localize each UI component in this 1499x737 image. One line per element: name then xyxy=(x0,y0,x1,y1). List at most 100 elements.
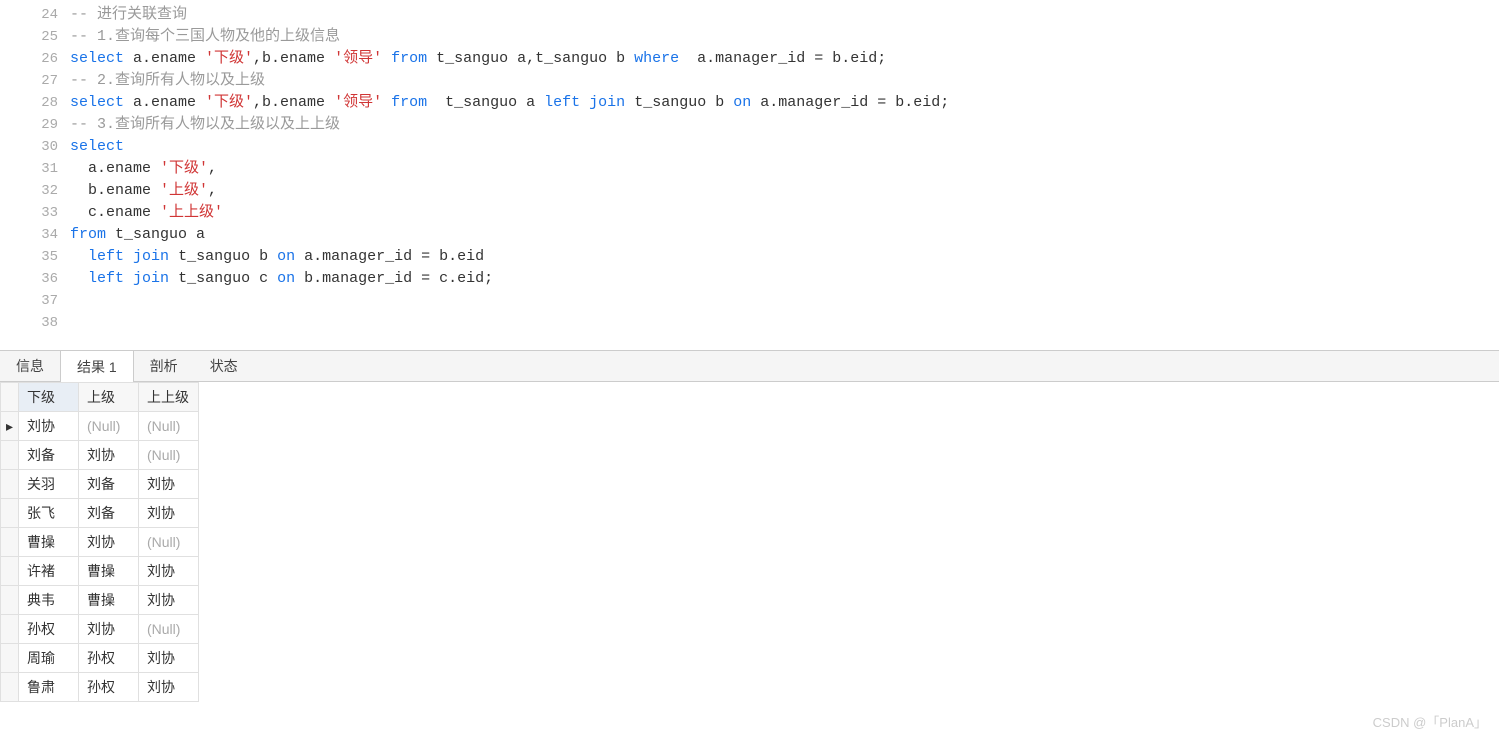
cell[interactable]: 孙权 xyxy=(79,673,139,702)
cell[interactable]: 刘协 xyxy=(139,499,199,528)
table-row[interactable]: 典韦曹操刘协 xyxy=(1,586,199,615)
row-indicator-header xyxy=(1,383,19,412)
cell[interactable]: 曹操 xyxy=(19,528,79,557)
code-line[interactable]: 37 xyxy=(0,290,1499,312)
code-line[interactable]: 26select a.ename '下级',b.ename '领导' from … xyxy=(0,48,1499,70)
line-number: 36 xyxy=(0,268,70,290)
cell[interactable]: 刘备 xyxy=(79,499,139,528)
cell[interactable]: 刘协 xyxy=(79,441,139,470)
cell[interactable]: 刘协 xyxy=(139,644,199,673)
code-content[interactable] xyxy=(70,290,1499,312)
cell[interactable]: 刘协 xyxy=(139,586,199,615)
code-line[interactable]: 29-- 3.查询所有人物以及上级以及上上级 xyxy=(0,114,1499,136)
row-indicator xyxy=(1,441,19,470)
table-row[interactable]: 周瑜孙权刘协 xyxy=(1,644,199,673)
code-content[interactable]: select a.ename '下级',b.ename '领导' from t_… xyxy=(70,48,1499,70)
results-grid[interactable]: 下级上级上上级▸刘协(Null)(Null)刘备刘协(Null)关羽刘备刘协张飞… xyxy=(0,382,1499,702)
row-indicator xyxy=(1,615,19,644)
row-indicator xyxy=(1,586,19,615)
line-number: 29 xyxy=(0,114,70,136)
cell[interactable]: (Null) xyxy=(139,412,199,441)
line-number: 37 xyxy=(0,290,70,312)
code-line[interactable]: 31 a.ename '下级', xyxy=(0,158,1499,180)
table-row[interactable]: 孙权刘协(Null) xyxy=(1,615,199,644)
line-number: 27 xyxy=(0,70,70,92)
table-row[interactable]: 鲁肃孙权刘协 xyxy=(1,673,199,702)
code-content[interactable]: from t_sanguo a xyxy=(70,224,1499,246)
cell[interactable]: 孙权 xyxy=(19,615,79,644)
cell[interactable]: 刘协 xyxy=(139,673,199,702)
row-indicator xyxy=(1,673,19,702)
cell[interactable]: 刘备 xyxy=(19,441,79,470)
line-number: 25 xyxy=(0,26,70,48)
code-line[interactable]: 33 c.ename '上上级' xyxy=(0,202,1499,224)
code-line[interactable]: 32 b.ename '上级', xyxy=(0,180,1499,202)
code-content[interactable]: -- 3.查询所有人物以及上级以及上上级 xyxy=(70,114,1499,136)
sql-editor[interactable]: 24-- 进行关联查询25-- 1.查询每个三国人物及他的上级信息26selec… xyxy=(0,0,1499,350)
code-content[interactable]: b.ename '上级', xyxy=(70,180,1499,202)
table-row[interactable]: 曹操刘协(Null) xyxy=(1,528,199,557)
cell[interactable]: 张飞 xyxy=(19,499,79,528)
column-header[interactable]: 下级 xyxy=(19,383,79,412)
row-indicator xyxy=(1,644,19,673)
cell[interactable]: (Null) xyxy=(79,412,139,441)
cell[interactable]: 孙权 xyxy=(79,644,139,673)
code-line[interactable]: 25-- 1.查询每个三国人物及他的上级信息 xyxy=(0,26,1499,48)
tab-info[interactable]: 信息 xyxy=(0,351,60,381)
cell[interactable]: 关羽 xyxy=(19,470,79,499)
line-number: 33 xyxy=(0,202,70,224)
table-row[interactable]: ▸刘协(Null)(Null) xyxy=(1,412,199,441)
cell[interactable]: 曹操 xyxy=(79,557,139,586)
line-number: 26 xyxy=(0,48,70,70)
cell[interactable]: 周瑜 xyxy=(19,644,79,673)
line-number: 32 xyxy=(0,180,70,202)
cell[interactable]: 曹操 xyxy=(79,586,139,615)
cell[interactable]: 刘协 xyxy=(139,470,199,499)
cell[interactable]: 典韦 xyxy=(19,586,79,615)
cell[interactable]: 鲁肃 xyxy=(19,673,79,702)
cell[interactable]: (Null) xyxy=(139,528,199,557)
line-number: 38 xyxy=(0,312,70,334)
watermark: CSDN @「PlanA」 xyxy=(1373,712,1487,731)
table-row[interactable]: 张飞刘备刘协 xyxy=(1,499,199,528)
line-number: 35 xyxy=(0,246,70,268)
code-content[interactable]: a.ename '下级', xyxy=(70,158,1499,180)
code-content[interactable] xyxy=(70,312,1499,334)
column-header[interactable]: 上上级 xyxy=(139,383,199,412)
line-number: 31 xyxy=(0,158,70,180)
cell[interactable]: 刘协 xyxy=(139,557,199,586)
cell[interactable]: 刘协 xyxy=(79,615,139,644)
code-line[interactable]: 36 left join t_sanguo c on b.manager_id … xyxy=(0,268,1499,290)
code-content[interactable]: -- 2.查询所有人物以及上级 xyxy=(70,70,1499,92)
code-content[interactable]: select xyxy=(70,136,1499,158)
cell[interactable]: (Null) xyxy=(139,615,199,644)
line-number: 28 xyxy=(0,92,70,114)
code-line[interactable]: 30select xyxy=(0,136,1499,158)
row-indicator xyxy=(1,470,19,499)
cell[interactable]: 刘协 xyxy=(79,528,139,557)
tab-profile[interactable]: 剖析 xyxy=(134,351,194,381)
cell[interactable]: 刘备 xyxy=(79,470,139,499)
code-content[interactable]: select a.ename '下级',b.ename '领导' from t_… xyxy=(70,92,1499,114)
code-content[interactable]: -- 1.查询每个三国人物及他的上级信息 xyxy=(70,26,1499,48)
table-row[interactable]: 许褚曹操刘协 xyxy=(1,557,199,586)
code-line[interactable]: 34from t_sanguo a xyxy=(0,224,1499,246)
code-line[interactable]: 28select a.ename '下级',b.ename '领导' from … xyxy=(0,92,1499,114)
code-line[interactable]: 38 xyxy=(0,312,1499,334)
code-content[interactable]: left join t_sanguo c on b.manager_id = c… xyxy=(70,268,1499,290)
code-line[interactable]: 24-- 进行关联查询 xyxy=(0,4,1499,26)
code-content[interactable]: left join t_sanguo b on a.manager_id = b… xyxy=(70,246,1499,268)
column-header[interactable]: 上级 xyxy=(79,383,139,412)
table-row[interactable]: 刘备刘协(Null) xyxy=(1,441,199,470)
cell[interactable]: 许褚 xyxy=(19,557,79,586)
tab-state[interactable]: 状态 xyxy=(194,351,254,381)
code-line[interactable]: 35 left join t_sanguo b on a.manager_id … xyxy=(0,246,1499,268)
line-number: 30 xyxy=(0,136,70,158)
code-content[interactable]: c.ename '上上级' xyxy=(70,202,1499,224)
tab-result-1[interactable]: 结果 1 xyxy=(60,351,134,382)
cell[interactable]: 刘协 xyxy=(19,412,79,441)
cell[interactable]: (Null) xyxy=(139,441,199,470)
code-content[interactable]: -- 进行关联查询 xyxy=(70,4,1499,26)
code-line[interactable]: 27-- 2.查询所有人物以及上级 xyxy=(0,70,1499,92)
table-row[interactable]: 关羽刘备刘协 xyxy=(1,470,199,499)
